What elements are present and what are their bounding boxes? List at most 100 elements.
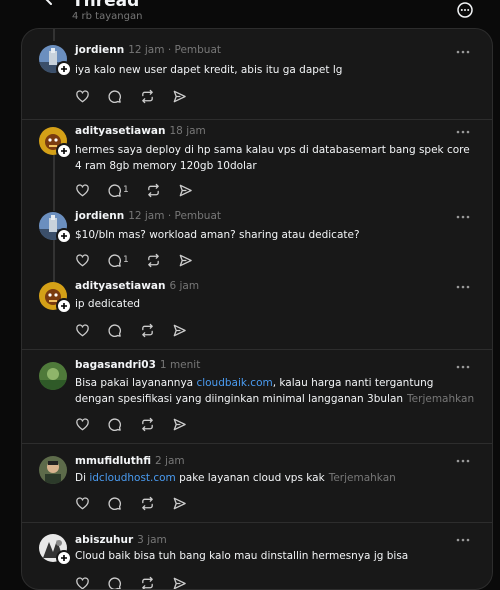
post-link[interactable]: idcloudhost.com [89,472,175,484]
post-text: ip dedicated [75,296,475,312]
more-icon[interactable] [455,214,471,220]
comment-icon [107,89,122,104]
post-meta: 3 jam [137,534,167,546]
post-text: iya kalo new user dapet kredit, abis itu… [75,62,475,78]
comment-icon [107,323,122,338]
post-username[interactable]: jordienn12 jam · Pembuat [75,210,221,222]
like-button[interactable] [75,417,90,432]
translate-link[interactable]: Terjemahkan [329,472,396,484]
more-icon[interactable] [455,284,471,290]
post-meta: 6 jam [170,280,200,292]
thread-line [53,240,55,282]
heart-icon [75,89,90,104]
post-actions [75,495,204,511]
repost-button[interactable] [140,417,155,432]
post-text: Cloud baik bisa tuh bang kalo mau dinsta… [75,548,475,564]
divider [22,443,492,444]
translate-link[interactable]: Terjemahkan [407,393,474,405]
post-actions [75,416,204,432]
repost-button[interactable] [140,496,155,511]
post-username[interactable]: jordienn12 jam · Pembuat [75,44,221,56]
post-actions [75,88,204,104]
post-text: hermes saya deploy di hp sama kalau vps … [75,142,475,174]
repost-button[interactable] [140,323,155,338]
comment-icon [107,417,122,432]
top-bar: Thread 4 rb tayangan [0,0,500,28]
like-button[interactable] [75,323,90,338]
post-username[interactable]: adityasetiawan18 jam [75,125,206,137]
like-button[interactable] [75,496,90,511]
share-button[interactable] [172,89,187,104]
like-button[interactable] [75,183,90,198]
comment-icon [107,183,122,198]
post-meta: 18 jam [170,125,206,137]
repost-icon [140,323,155,338]
thread-line [53,28,55,41]
divider [22,349,492,350]
post-meta: 1 menit [160,359,200,371]
repost-icon [140,417,155,432]
reply-button[interactable] [107,89,123,104]
reply-count: 1 [123,255,129,265]
heart-icon [75,323,90,338]
reply-button[interactable]: 1 [107,253,129,268]
repost-icon [140,496,155,511]
post-actions: 1 [75,252,210,268]
share-icon [178,253,193,268]
heart-icon [75,417,90,432]
avatar[interactable] [39,456,67,484]
share-icon [172,417,187,432]
share-icon [172,323,187,338]
reply-button[interactable] [107,496,123,511]
more-icon[interactable] [455,129,471,135]
divider [22,119,492,120]
more-icon[interactable] [455,364,471,370]
page-title: Thread [72,0,139,11]
repost-icon [146,183,161,198]
share-button[interactable] [172,496,187,511]
more-circle-icon[interactable] [456,1,474,19]
share-button[interactable] [172,417,187,432]
repost-button[interactable] [146,183,161,198]
follow-plus-icon[interactable] [56,298,72,314]
post-actions [75,575,204,590]
divider [22,522,492,523]
follow-plus-icon[interactable] [56,228,72,244]
repost-button[interactable] [140,89,155,104]
reply-button[interactable] [107,323,123,338]
like-button[interactable] [75,89,90,104]
share-icon [172,89,187,104]
post-username[interactable]: bagasandri031 menit [75,359,200,371]
share-button[interactable] [178,183,193,198]
post-text: $10/bln mas? workload aman? sharing atau… [75,227,475,243]
share-icon [178,183,193,198]
comment-icon [107,496,122,511]
post-meta: 2 jam [155,455,185,467]
reply-count: 1 [123,185,129,195]
reply-button[interactable]: 1 [107,183,129,198]
post-username[interactable]: abiszuhur3 jam [75,534,167,546]
heart-icon [75,183,90,198]
post-actions: 1 [75,182,210,198]
post-text: Bisa pakai layanannya cloudbaik.com, kal… [75,375,475,407]
share-button[interactable] [172,323,187,338]
follow-plus-icon[interactable] [56,143,72,159]
like-button[interactable] [75,253,90,268]
more-icon[interactable] [455,537,471,543]
repost-button[interactable] [146,253,161,268]
follow-plus-icon[interactable] [56,61,72,77]
post-actions [75,322,204,338]
share-button[interactable] [178,253,193,268]
post-link[interactable]: cloudbaik.com [196,377,272,389]
reply-button[interactable] [107,417,123,432]
share-icon [172,496,187,511]
follow-plus-icon[interactable] [56,550,72,566]
more-icon[interactable] [455,49,471,55]
more-icon[interactable] [455,458,471,464]
repost-icon [146,253,161,268]
post-username[interactable]: adityasetiawan6 jam [75,280,199,292]
back-arrow-icon[interactable] [40,0,64,10]
post-username[interactable]: mmufidluthfi2 jam [75,455,185,467]
avatar[interactable] [39,362,67,390]
comment-icon [107,253,122,268]
